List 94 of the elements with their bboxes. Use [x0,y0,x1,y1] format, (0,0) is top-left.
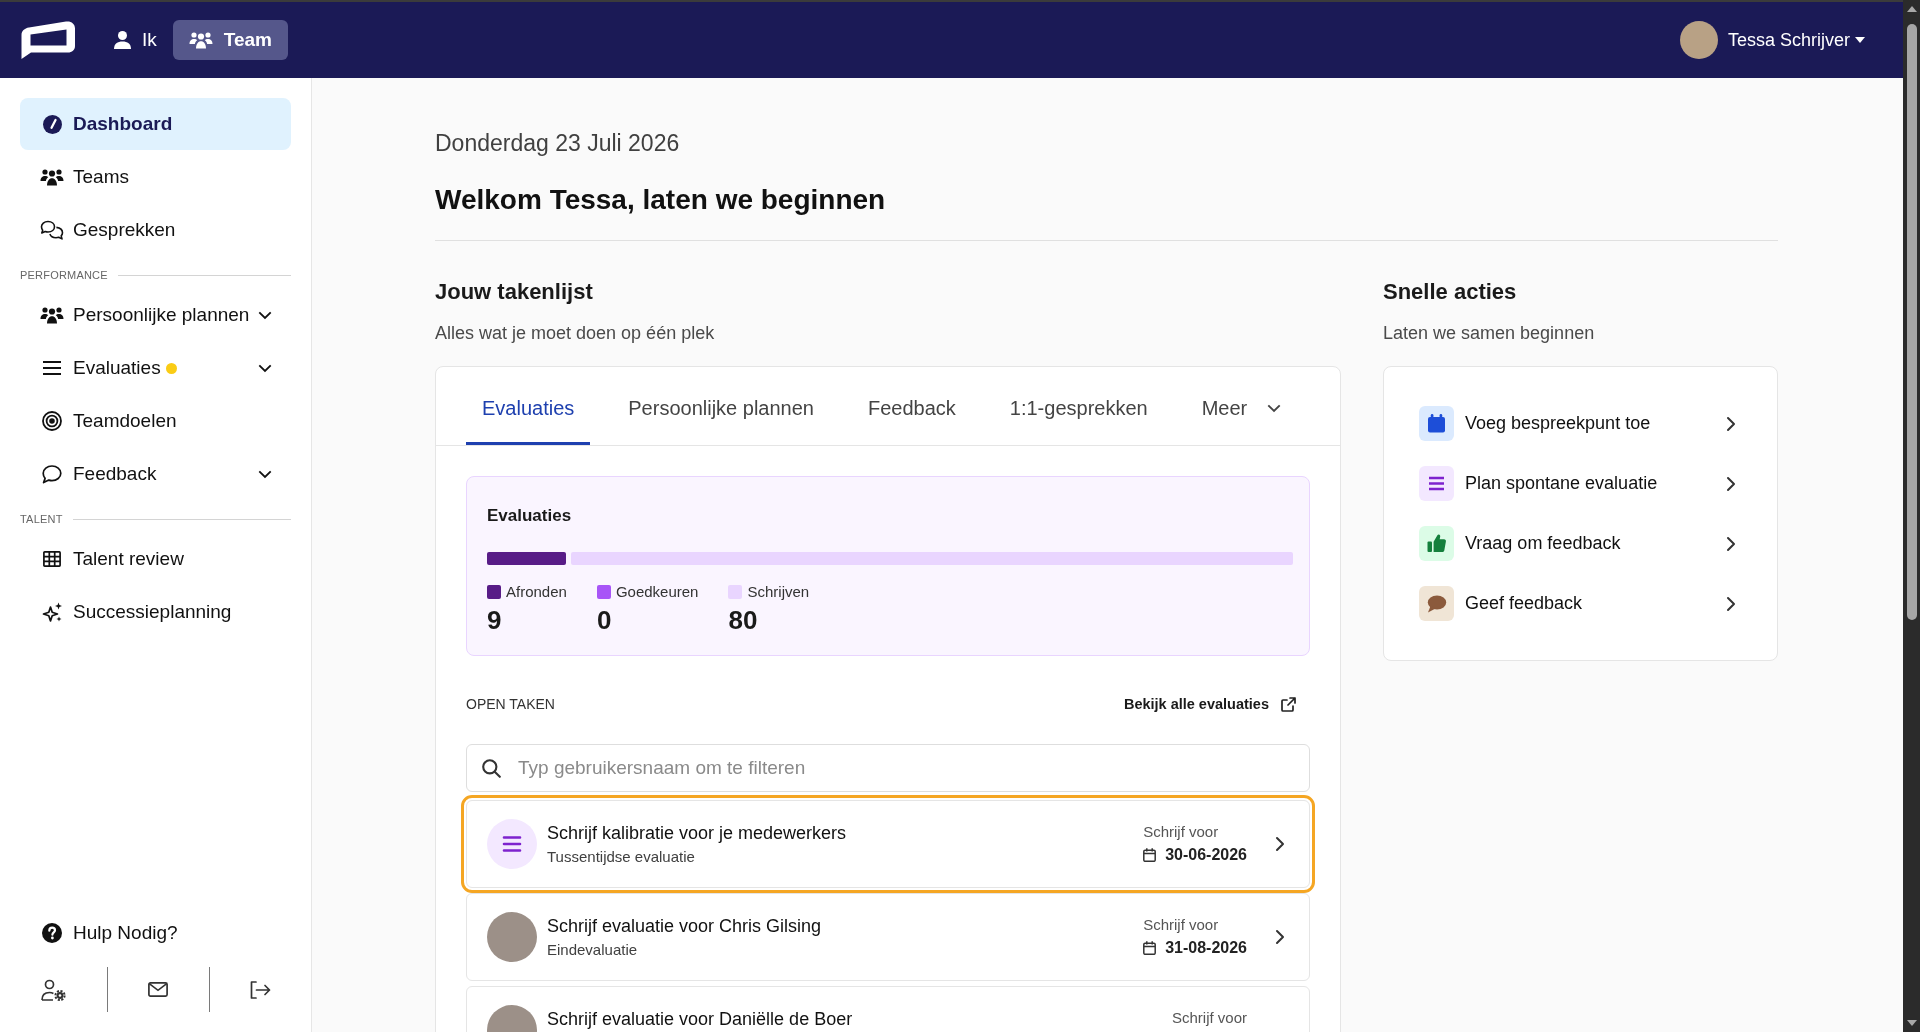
avatar-placeholder [1679,21,1718,59]
thumbs-up-icon [1419,526,1454,561]
task-row[interactable]: Schrijf evaluatie voor Daniëlle de Boer Schrijf voor [466,986,1310,1032]
list-icon [1419,466,1454,501]
date-text: Donderdag 23 Juli 2026 [435,129,681,157]
sidebar-item[interactable]: Evaluaties [20,342,291,394]
section-title: Snelle acties [1383,279,1518,305]
due-label: Schrijf voor [1143,822,1220,842]
task-title: Schrijf evaluatie voor Daniëlle de Boer [547,1008,853,1031]
tab[interactable]: Evaluaties [466,367,591,445]
chevron-right-icon [1726,535,1736,552]
quick-action-item[interactable]: Voeg bespreekpunt toe [1419,406,1736,441]
due-label: Schrijf voor [1143,915,1220,935]
grid-icon [43,551,61,567]
envelope-icon [148,982,168,997]
list-heading: OPEN TAKEN [466,695,555,714]
task-title: Schrijf kalibratie voor je medewerkers [547,822,847,845]
scroll-down-icon[interactable] [1906,1020,1917,1026]
caret-icon [1855,37,1865,43]
scroll-up-icon[interactable] [1906,6,1917,12]
sidebar-item[interactable]: Gesprekken [20,204,291,256]
chevron-right-icon [1726,415,1736,432]
task-title: Schrijf evaluatie voor Chris Gilsing [547,915,822,938]
quick-action-item[interactable]: Plan spontane evaluatie [1419,466,1736,501]
calendar-icon [1143,941,1157,955]
gauge-icon [42,114,62,134]
sidebar-item[interactable]: Teamdoelen [20,395,291,447]
tab[interactable]: 1:1-gesprekken [993,367,1164,445]
people-icon [188,31,213,49]
people-icon [40,168,64,186]
help-icon [42,923,62,943]
calendar-icon [1143,848,1157,862]
list-icon [487,819,537,869]
external-link-icon [1281,696,1296,712]
mail-button[interactable] [148,982,168,997]
chevron-right-icon [1275,929,1285,945]
chat-bubbles-icon [40,219,64,241]
logout-icon [250,980,271,999]
logo-icon[interactable] [20,20,76,60]
sidebar-item[interactable]: Persoonlijke plannen [20,289,291,341]
due-date: 31-08-2026 [1165,938,1247,958]
section-subtitle: Laten we samen beginnen [1383,322,1596,344]
tab[interactable]: Persoonlijke plannen [612,367,830,445]
sparkles-icon [41,601,63,623]
user-menu-button[interactable]: Tessa Schrijver [1727,29,1865,51]
tab[interactable]: Meer [1185,367,1298,445]
task-subtitle: Tussentijdse evaluatie [547,847,696,867]
sidebar-item[interactable]: Feedback [20,448,291,500]
top-nav-tab[interactable]: Ik [98,20,173,60]
chevron-right-icon [1726,475,1736,492]
legend-label: Schrijven [747,582,810,602]
tab[interactable]: Feedback [851,367,972,445]
sidebar-item[interactable]: Teams [20,151,291,203]
due-date: 30-06-2026 [1165,845,1247,865]
section-title: Jouw takenlijst [435,279,594,305]
legend-label: Afronden [506,582,567,602]
sidebar-item[interactable]: Dashboard [20,98,291,150]
person-icon [114,31,131,49]
search-field[interactable]: Typ gebruikersnaam om te filteren [466,744,1310,792]
welcome-heading: Welkom Tessa, laten we beginnen [435,183,887,217]
chevron-right-icon [1275,836,1285,852]
task-subtitle: Eindevaluatie [547,940,639,960]
target-icon [42,411,62,431]
search-icon [482,759,501,778]
scrollbar-thumb[interactable] [1906,24,1917,620]
user-gear-icon [41,978,66,1001]
help-link[interactable]: Hulp Nodig? [20,907,291,959]
people-icon [40,306,64,324]
chat-bubble-icon [42,464,62,484]
speech-bubble-icon [1419,586,1454,621]
scrollbar-track[interactable] [1903,0,1920,1032]
avatar-placeholder [487,912,537,962]
summary-title: Evaluaties [487,505,573,527]
legend-count: 0 [596,605,613,635]
chevron-down-icon [1267,404,1282,413]
legend-count: 80 [728,605,759,635]
sidebar-item[interactable]: Successieplanning [20,586,291,638]
section-heading: PERFORMANCE [20,268,108,282]
view-all-link[interactable]: Bekijk alle evaluaties [1123,696,1296,712]
list-icon [43,361,61,375]
logout-button[interactable] [250,980,271,999]
section-heading: TALENT [20,512,63,526]
legend-count: 9 [487,605,503,635]
user-settings-button[interactable] [41,978,66,1001]
top-nav-tab[interactable]: Team [172,20,288,60]
legend-label: Goedkeuren [615,582,699,602]
quick-action-item[interactable]: Geef feedback [1419,586,1736,621]
sidebar-item[interactable]: Talent review [20,533,291,585]
task-row[interactable]: Schrijf evaluatie voor Chris Gilsing Eindevaluatie Schrijf voor 31-08-2026 [466,893,1310,981]
calendar-icon [1419,406,1454,441]
due-label: Schrijf voor [1171,1008,1247,1028]
quick-action-item[interactable]: Vraag om feedback [1419,526,1736,561]
section-subtitle: Alles wat je moet doen op één plek [435,322,716,344]
chevron-right-icon [1726,595,1736,612]
